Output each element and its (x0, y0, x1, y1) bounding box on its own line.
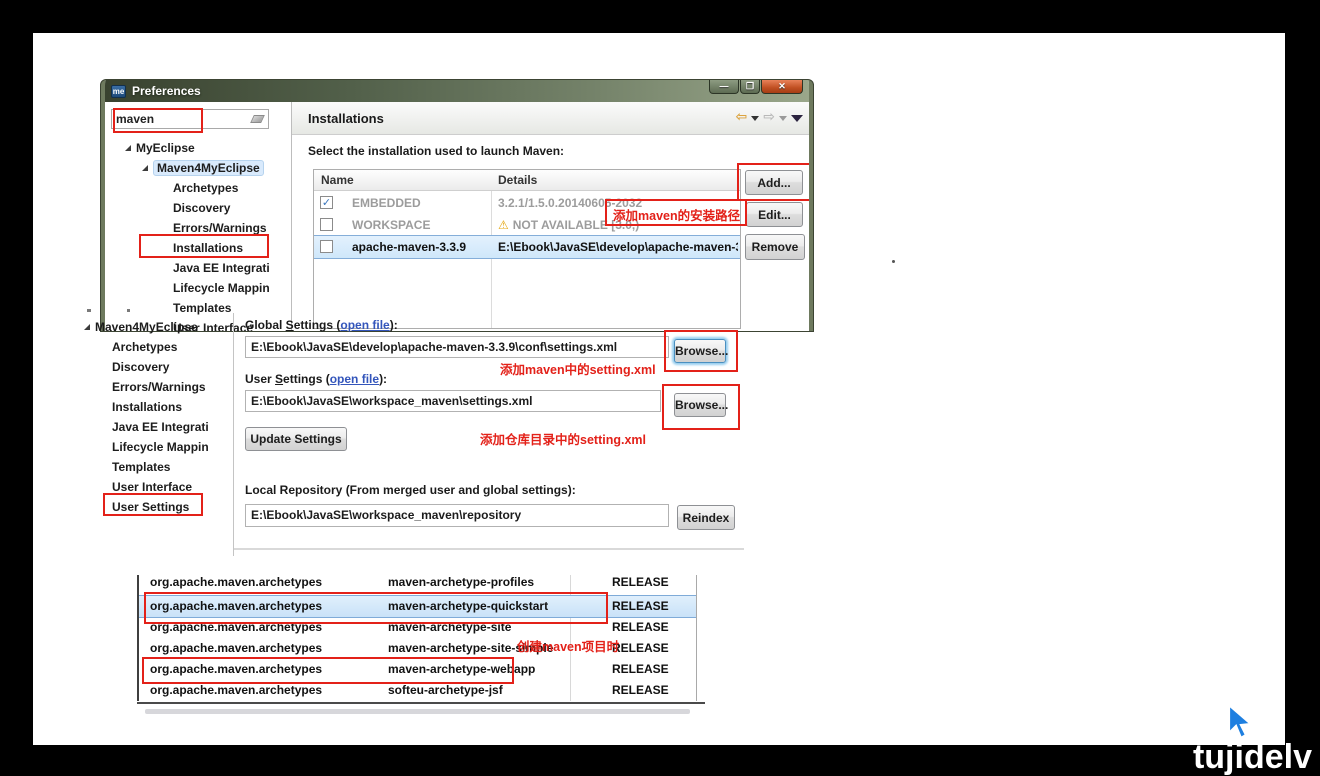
local-repository-label: Local Repository (From merged user and g… (245, 483, 576, 497)
forward-icon[interactable]: ⇨ (763, 109, 775, 125)
window-titlebar[interactable]: me Preferences — ❐ ✕ (105, 80, 809, 102)
installations-table: Name Details ✓ EMBEDDED 3.2.1/1.5.0.2014… (313, 169, 741, 329)
maximize-button[interactable]: ❐ (740, 80, 760, 94)
back-dropdown-icon[interactable] (751, 116, 759, 121)
section-bottom-edge (234, 548, 744, 550)
tree-node-templates[interactable]: Templates (173, 298, 231, 317)
view-menu-icon[interactable] (791, 115, 803, 122)
update-settings-button[interactable]: Update Settings (245, 427, 347, 451)
content-canvas: me Preferences — ❐ ✕ (33, 33, 1285, 745)
archetype-row-profiles[interactable]: org.apache.maven.archetypes maven-archet… (139, 575, 696, 593)
mouse-cursor-icon (1226, 704, 1254, 742)
installations-panel: Installations ⇦ ⇨ Select the installatio… (292, 102, 813, 331)
column-header-name[interactable]: Name (321, 170, 354, 191)
tree2-node-discovery[interactable]: Discovery (112, 358, 169, 376)
window-title: Preferences (132, 84, 201, 98)
close-button[interactable]: ✕ (761, 80, 803, 94)
remove-button[interactable]: Remove (745, 234, 805, 260)
tree-node-myeclipse[interactable]: MyEclipse (125, 138, 195, 157)
preferences-tree-panel: MyEclipse Maven4MyEclipse Archetypes Dis… (105, 102, 291, 331)
tree-node-lifecycle-mapping[interactable]: Lifecycle Mappin (173, 278, 270, 297)
tree-node-java-ee-integration[interactable]: Java EE Integrati (173, 258, 270, 277)
annotation-text-install-path: 添加maven的安装路径 (613, 205, 740, 224)
global-open-file-link[interactable]: open file (340, 318, 389, 332)
annotation-text-global-settings: 添加maven中的setting.xml (500, 359, 656, 378)
table-header[interactable]: Name Details (314, 170, 740, 191)
stray-dot (892, 260, 895, 263)
forward-dropdown-icon[interactable] (779, 116, 787, 121)
tree2-node-maven4myeclipse[interactable]: Maven4MyEclipse (84, 318, 198, 336)
watermark: tujidelv (1193, 738, 1312, 776)
minimize-icon: — (720, 82, 729, 91)
tree-label-selected: Maven4MyEclipse (153, 160, 264, 176)
annotation-box-filter (113, 108, 203, 133)
edit-button[interactable]: Edit... (746, 202, 803, 227)
user-settings-field[interactable]: E:\Ebook\JavaSE\workspace_maven\settings… (245, 390, 661, 412)
global-settings-label: Global Settings (open file): (245, 318, 398, 332)
annotation-box-quickstart (144, 592, 608, 624)
tree-node-discovery[interactable]: Discovery (173, 198, 230, 217)
checkbox-unchecked-icon[interactable] (320, 240, 333, 253)
expand-arrow-icon[interactable] (125, 145, 131, 151)
window-body: MyEclipse Maven4MyEclipse Archetypes Dis… (105, 102, 809, 331)
reindex-button[interactable]: Reindex (677, 505, 735, 530)
cropped-artifact (87, 309, 91, 312)
annotation-text-create-project: 创建maven项目时 (517, 636, 619, 655)
global-settings-field[interactable]: E:\Ebook\JavaSE\develop\apache-maven-3.3… (245, 336, 669, 358)
column-header-details[interactable]: Details (498, 170, 537, 191)
tree2-node-templates[interactable]: Templates (112, 458, 170, 476)
annotation-box-webapp (142, 657, 514, 684)
maximize-icon: ❐ (746, 82, 754, 91)
warning-icon: ⚠ (498, 218, 509, 232)
page-background: me Preferences — ❐ ✕ (0, 0, 1320, 776)
scrollbar-remnant[interactable] (145, 709, 690, 714)
expand-arrow-icon[interactable] (84, 324, 90, 330)
annotation-box-global-browse (664, 330, 738, 372)
settings-divider (233, 313, 234, 556)
tree-label: MyEclipse (136, 141, 195, 155)
expand-arrow-icon[interactable] (142, 165, 148, 171)
tree2-node-archetypes[interactable]: Archetypes (112, 338, 177, 356)
annotation-box-user-browse (662, 384, 740, 430)
tree2-node-java-ee-integration[interactable]: Java EE Integrati (112, 418, 209, 436)
back-icon[interactable]: ⇦ (736, 109, 748, 125)
panel-title: Installations (308, 111, 384, 126)
table-bottom-border (137, 702, 705, 704)
user-settings-label: User Settings (open file): (245, 372, 387, 386)
tree-node-archetypes[interactable]: Archetypes (173, 178, 238, 197)
minimize-button[interactable]: — (709, 80, 739, 94)
myeclipse-logo-icon: me (111, 85, 126, 98)
installation-row-apache-maven[interactable]: apache-maven-3.3.9 E:\Ebook\JavaSE\devel… (314, 236, 740, 258)
checkbox-unchecked-icon[interactable] (320, 218, 333, 231)
annotation-box-add (737, 163, 811, 201)
annotation-box-user-settings (103, 493, 203, 516)
close-icon: ✕ (778, 82, 786, 91)
user-open-file-link[interactable]: open file (330, 372, 379, 386)
annotation-box-installations (139, 234, 269, 258)
tree2-node-lifecycle-mapping[interactable]: Lifecycle Mappin (112, 438, 209, 456)
clear-filter-icon[interactable] (250, 115, 265, 123)
tree2-node-installations[interactable]: Installations (112, 398, 182, 416)
checkbox-checked-icon[interactable]: ✓ (320, 196, 333, 209)
panel-header: Installations ⇦ ⇨ (292, 102, 813, 135)
local-repository-field[interactable]: E:\Ebook\JavaSE\workspace_maven\reposito… (245, 504, 669, 527)
tree2-node-errors-warnings[interactable]: Errors/Warnings (112, 378, 206, 396)
preferences-window: me Preferences — ❐ ✕ (101, 80, 813, 331)
cropped-artifact (127, 309, 130, 312)
annotation-box-install-path: 添加maven的安装路径 (605, 199, 747, 226)
annotation-text-user-settings: 添加仓库目录中的setting.xml (480, 429, 646, 448)
tree-node-maven4myeclipse[interactable]: Maven4MyEclipse (142, 158, 264, 177)
table-instruction: Select the installation used to launch M… (308, 144, 564, 158)
